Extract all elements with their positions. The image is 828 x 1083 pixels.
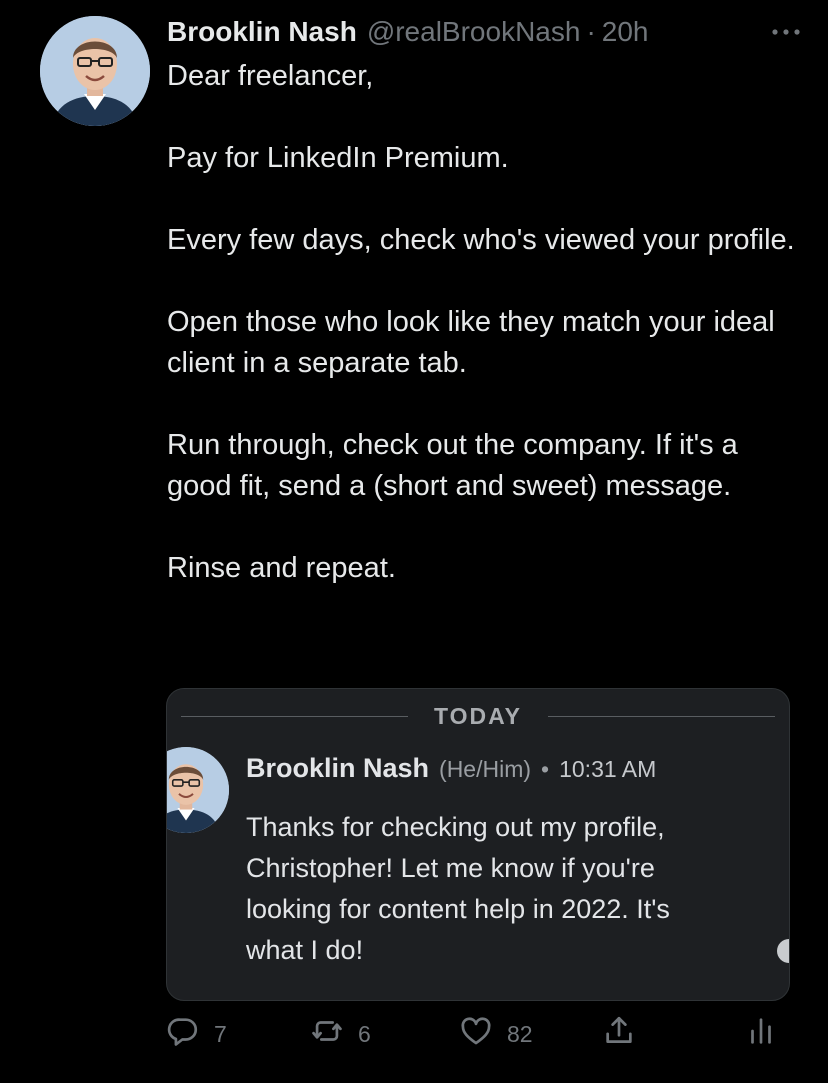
author-handle[interactable]: @realBrookNash bbox=[367, 16, 581, 48]
divider-line bbox=[548, 715, 776, 717]
tweet-paragraph: Open those who look like they match your… bbox=[167, 306, 775, 379]
message-text: Thanks for checking out my profile, Chri… bbox=[246, 812, 670, 965]
partial-icon bbox=[777, 939, 789, 963]
like-button[interactable]: 82 bbox=[459, 1012, 533, 1056]
retweet-button[interactable]: 6 bbox=[310, 1012, 371, 1056]
message-sender-name: Brooklin Nash bbox=[246, 753, 430, 783]
author-avatar[interactable] bbox=[40, 16, 150, 126]
tweet-paragraph: Run through, check out the company. If i… bbox=[167, 429, 738, 502]
reply-button[interactable]: 7 bbox=[166, 1012, 227, 1056]
tweet-actions: 7 6 82 bbox=[166, 1012, 776, 1056]
message-sender-pronouns: (He/Him) bbox=[439, 756, 532, 782]
attached-image[interactable]: TODAY Brooklin Nash (He/Him) • 10:31 AM … bbox=[166, 688, 790, 1001]
tweet-text: Dear freelancer, Pay for LinkedIn Premiu… bbox=[167, 56, 807, 589]
message-dot: • bbox=[541, 756, 550, 782]
author-avatar-image bbox=[40, 16, 150, 126]
analytics-button[interactable] bbox=[744, 1012, 778, 1056]
divider-line bbox=[181, 715, 409, 717]
more-icon[interactable] bbox=[764, 14, 808, 50]
header-separator: · bbox=[586, 16, 596, 47]
author-name[interactable]: Brooklin Nash bbox=[167, 16, 357, 48]
share-icon bbox=[602, 1014, 636, 1054]
day-divider-label: TODAY bbox=[434, 702, 522, 729]
reply-icon bbox=[166, 1014, 200, 1054]
tweet-paragraph: Dear freelancer, bbox=[167, 60, 374, 92]
tweet-paragraph: Pay for LinkedIn Premium. bbox=[167, 142, 509, 174]
reply-count: 7 bbox=[214, 1020, 227, 1047]
tweet-paragraph: Every few days, check who's viewed your … bbox=[167, 224, 795, 256]
heart-icon bbox=[459, 1014, 493, 1054]
day-divider: TODAY bbox=[167, 701, 789, 731]
message-sender-avatar bbox=[167, 747, 229, 833]
retweet-count: 6 bbox=[358, 1020, 371, 1047]
like-count: 82 bbox=[507, 1020, 533, 1047]
tweet-timestamp[interactable]: 20h bbox=[602, 16, 649, 48]
message-sender-avatar-image bbox=[167, 747, 229, 833]
share-button[interactable] bbox=[602, 1012, 636, 1056]
tweet-paragraph: Rinse and repeat. bbox=[167, 552, 396, 584]
message-header: Brooklin Nash (He/Him) • 10:31 AM bbox=[246, 753, 656, 784]
analytics-icon bbox=[744, 1014, 778, 1054]
retweet-icon bbox=[310, 1014, 344, 1054]
message-time: 10:31 AM bbox=[559, 756, 657, 782]
tweet-header: Brooklin Nash @realBrookNash · 20h bbox=[167, 12, 808, 52]
